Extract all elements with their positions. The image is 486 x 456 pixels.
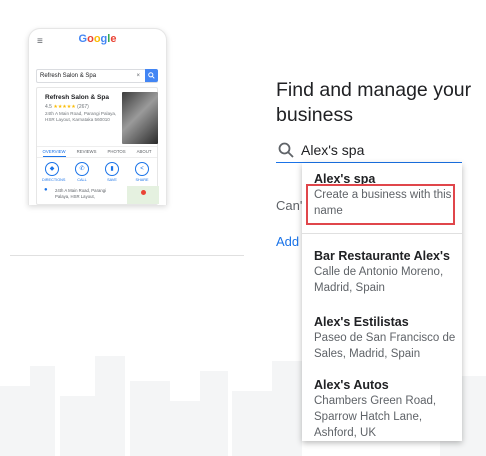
phone-header: ≡ Google <box>29 29 166 63</box>
share-action: < SHARE <box>132 162 152 182</box>
business-photo <box>122 92 158 144</box>
page-title: Find and manage your business <box>276 79 472 127</box>
mini-map <box>127 186 159 204</box>
suggestion-subtitle: Paseo de San Francisco de Sales, Madrid,… <box>314 332 456 360</box>
business-card: Refresh Salon & Spa 4.5 ★★★★★ (267) 24th… <box>36 87 159 205</box>
review-count: (267) <box>77 104 89 110</box>
suggestion-title: Alex's Estilistas <box>314 315 409 329</box>
call-label: CALL <box>77 178 87 182</box>
business-rating: 4.5 ★★★★★ (267) <box>45 104 89 110</box>
business-address: 24th A Main Road, Parangi Palaya, HSR La… <box>45 111 117 123</box>
add-business-link[interactable]: Add <box>276 234 299 249</box>
suggestion-item[interactable]: Alex's Autos Chambers Green Road, Sparro… <box>314 377 460 441</box>
suggestion-title: Alex's Autos <box>314 378 389 392</box>
save-label: SAVE <box>107 178 117 182</box>
clear-icon: × <box>136 73 140 79</box>
section-divider <box>10 255 244 256</box>
search-icon <box>278 142 294 158</box>
highlight-box <box>306 184 455 225</box>
directions-icon: ◆ <box>45 162 59 176</box>
map-address: 24th A Main Road, Parangi Palaya, HSR La… <box>55 188 107 199</box>
tab-photos: PHOTOS <box>107 149 126 154</box>
google-logo: Google <box>29 33 166 45</box>
tab-reviews: REVIEWS <box>76 149 97 154</box>
search-icon <box>145 69 158 82</box>
suggestion-title: Bar Restaurante Alex's <box>314 249 450 263</box>
business-name: Refresh Salon & Spa <box>45 94 109 101</box>
share-label: SHARE <box>135 178 149 182</box>
tab-about: ABOUT <box>136 149 152 154</box>
location-pin-icon: ● <box>44 187 48 193</box>
logo-letter: G <box>78 33 88 45</box>
phone-icon: ✆ <box>75 162 89 176</box>
suggestion-item[interactable]: Alex's Estilistas Paseo de San Francisco… <box>314 314 460 362</box>
directions-action: ◆ DIRECTIONS <box>42 162 66 182</box>
phone-mockup: ≡ Google Refresh Salon & Spa × Refresh S… <box>28 28 167 205</box>
tab-overview: OVERVIEW <box>42 147 66 157</box>
business-tabs: OVERVIEW REVIEWS PHOTOS ABOUT <box>37 146 157 158</box>
directions-label: DIRECTIONS <box>42 178 66 182</box>
call-action: ✆ CALL <box>72 162 92 182</box>
dropdown-separator <box>302 233 462 234</box>
suggestion-subtitle: Calle de Antonio Moreno, Madrid, Spain <box>314 266 444 294</box>
phone-search-box: Refresh Salon & Spa × <box>36 69 158 83</box>
map-marker-icon <box>141 190 146 195</box>
search-input[interactable]: Alex's spa <box>301 142 364 158</box>
suggestion-item[interactable]: Bar Restaurante Alex's Calle de Antonio … <box>314 248 460 296</box>
suggestion-subtitle: Chambers Green Road, Sparrow Hatch Lane,… <box>314 395 437 439</box>
logo-letter: o <box>93 33 101 45</box>
rating-value: 4.5 <box>45 104 52 110</box>
share-icon: < <box>135 162 149 176</box>
business-search-field[interactable]: Alex's spa <box>276 138 462 163</box>
phone-search-value: Refresh Salon & Spa <box>40 73 97 79</box>
business-actions: ◆ DIRECTIONS ✆ CALL ▮ SAVE < SHARE <box>37 162 157 182</box>
logo-letter: e <box>110 33 117 45</box>
star-icons: ★★★★★ <box>53 104 76 110</box>
logo-letter: o <box>87 33 94 45</box>
bookmark-icon: ▮ <box>105 162 119 176</box>
save-action: ▮ SAVE <box>102 162 122 182</box>
